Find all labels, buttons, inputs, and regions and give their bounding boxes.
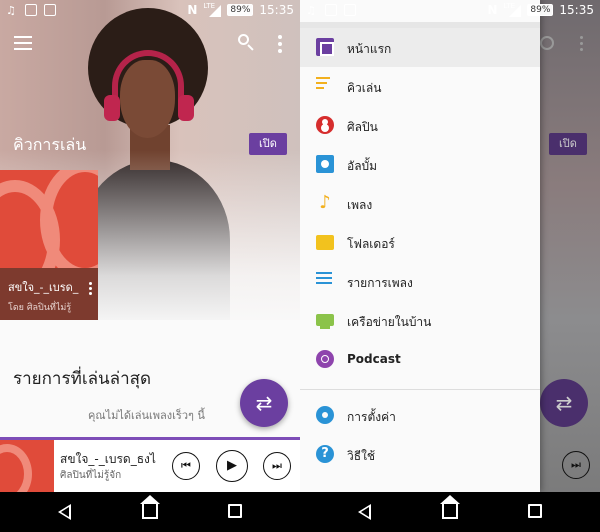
music-note-icon: ♪: [319, 192, 331, 213]
mini-player-art: [0, 440, 54, 492]
album-art: [0, 170, 98, 268]
drawer-divider: [300, 389, 540, 390]
mini-player-title: สขใจ_-_เบรด_ธงไ: [60, 452, 156, 466]
drawer-item-label: วิธีใช้: [347, 449, 376, 463]
drawer-item-label: การตั้งค่า: [347, 410, 396, 424]
nfc-icon: N: [487, 3, 498, 17]
shuffle-fab: ⇄: [540, 379, 588, 427]
open-queue-button[interactable]: เปิด: [249, 133, 287, 155]
help-icon: ?: [316, 445, 334, 463]
clock: 15:35: [259, 3, 294, 17]
drawer-item-label: เครือข่ายในบ้าน: [347, 315, 432, 329]
drawer-item-queue[interactable]: คิวเล่น: [300, 67, 540, 106]
drawer-item-settings[interactable]: การตั้งค่า: [300, 396, 540, 435]
queue-card[interactable]: สขใจ_-_เบรด_ โดย ศิลปินที่ไม่รู้: [0, 170, 98, 320]
next-track-button: ⏭: [562, 451, 590, 479]
status-bar: ♫ N LTE 89% 15:35: [0, 0, 300, 22]
image-notification-icon: [44, 4, 56, 16]
recently-played-empty-text: คุณไม่ได้เล่นเพลงเร็วๆ นี้: [88, 409, 205, 422]
card-subtitle: โดย ศิลปินที่ไม่รู้: [8, 303, 72, 313]
nfc-icon: N: [187, 3, 198, 17]
home-icon: [316, 38, 334, 56]
drawer-item-home-network[interactable]: เครือข่ายในบ้าน: [300, 301, 540, 340]
drawer-item-label: โฟลเดอร์: [347, 237, 395, 251]
playlist-icon: [316, 272, 334, 290]
drawer-item-folders[interactable]: โฟลเดอร์: [300, 223, 540, 262]
app-bar: [0, 28, 300, 62]
album-icon: [316, 155, 334, 173]
drawer-item-label: คิวเล่น: [347, 81, 382, 95]
card-more-icon[interactable]: [89, 282, 92, 297]
hamburger-menu-icon[interactable]: [14, 36, 32, 50]
search-icon: [540, 36, 554, 50]
drawer-item-label: รายการเพลง: [347, 276, 413, 290]
previous-track-button[interactable]: ⏮: [172, 452, 200, 480]
home-icon[interactable]: [142, 503, 158, 519]
next-track-button[interactable]: ⏭: [263, 452, 291, 480]
drawer-item-label: หน้าแรก: [347, 42, 392, 56]
battery-indicator: 89%: [527, 4, 554, 16]
recently-played-title: รายการที่เล่นล่าสุด: [13, 369, 152, 389]
drawer-item-home[interactable]: หน้าแรก: [300, 28, 540, 67]
navigation-bar: [300, 492, 600, 532]
mail-notification-icon: [25, 4, 37, 16]
shuffle-icon: ⇄: [255, 391, 273, 415]
battery-indicator: 89%: [227, 4, 254, 16]
recent-apps-icon[interactable]: [528, 504, 542, 518]
back-icon-inner: [361, 507, 369, 517]
music-drawer-screen: เปิด ⇄ ⏭ ♫ N LTE 89% 15:35 หน้าแรก คิวเล…: [300, 0, 600, 532]
drawer-item-artists[interactable]: ศิลปิน: [300, 106, 540, 145]
navigation-bar: [0, 492, 300, 532]
signal-icon: LTE: [203, 3, 222, 17]
clock: 15:35: [559, 3, 594, 17]
status-bar: ♫ N LTE 89% 15:35: [300, 0, 600, 22]
overflow-menu-icon[interactable]: [278, 35, 282, 53]
shuffle-fab[interactable]: ⇄: [240, 379, 288, 427]
mail-notification-icon: [325, 4, 337, 16]
home-network-icon: [316, 314, 334, 329]
image-notification-icon: [344, 4, 356, 16]
navigation-drawer: หน้าแรก คิวเล่น ศิลปิน อัลบั้ม ♪ เพลง โฟ…: [300, 0, 540, 492]
play-button[interactable]: ▶: [216, 450, 248, 482]
drawer-item-songs[interactable]: ♪ เพลง: [300, 184, 540, 223]
open-queue-button: เปิด: [549, 133, 587, 155]
music-main-screen: ♫ N LTE 89% 15:35 คิวการเล่น เปิด สขใจ_-…: [0, 0, 300, 532]
overflow-menu-icon: [580, 36, 583, 54]
drawer-item-label: ศิลปิน: [347, 120, 378, 134]
artist-icon: [316, 116, 334, 134]
folder-icon: [316, 235, 334, 250]
queue-icon: [316, 77, 334, 95]
headphone-cup-right: [178, 95, 194, 121]
card-title: สขใจ_-_เบรด_: [8, 281, 79, 294]
mini-player[interactable]: สขใจ_-_เบรด_ธงไ ศิลปินที่ไม่รู้จัก ⏮ ▶ ⏭: [0, 437, 300, 492]
drawer-item-label: Podcast: [347, 352, 401, 366]
recent-apps-icon[interactable]: [228, 504, 242, 518]
drawer-item-playlists[interactable]: รายการเพลง: [300, 262, 540, 301]
music-notification-icon: ♫: [6, 4, 16, 17]
signal-icon: LTE: [503, 3, 522, 17]
headphone-cup-left: [104, 95, 120, 121]
drawer-item-help[interactable]: ? วิธีใช้: [300, 435, 540, 474]
queue-section-title: คิวการเล่น: [13, 135, 87, 154]
search-icon[interactable]: [238, 34, 254, 51]
mini-player-artist: ศิลปินที่ไม่รู้จัก: [60, 470, 122, 481]
drawer-item-label: อัลบั้ม: [347, 159, 378, 173]
podcast-icon: [316, 350, 334, 368]
back-icon-inner: [61, 507, 69, 517]
drawer-item-albums[interactable]: อัลบั้ม: [300, 145, 540, 184]
drawer-item-label: เพลง: [347, 198, 373, 212]
settings-gear-icon: [316, 406, 334, 424]
home-icon[interactable]: [442, 503, 458, 519]
music-notification-icon: ♫: [306, 4, 316, 17]
drawer-item-podcast[interactable]: Podcast: [300, 340, 540, 379]
card-meta: สขใจ_-_เบรด_ โดย ศิลปินที่ไม่รู้: [0, 268, 98, 320]
